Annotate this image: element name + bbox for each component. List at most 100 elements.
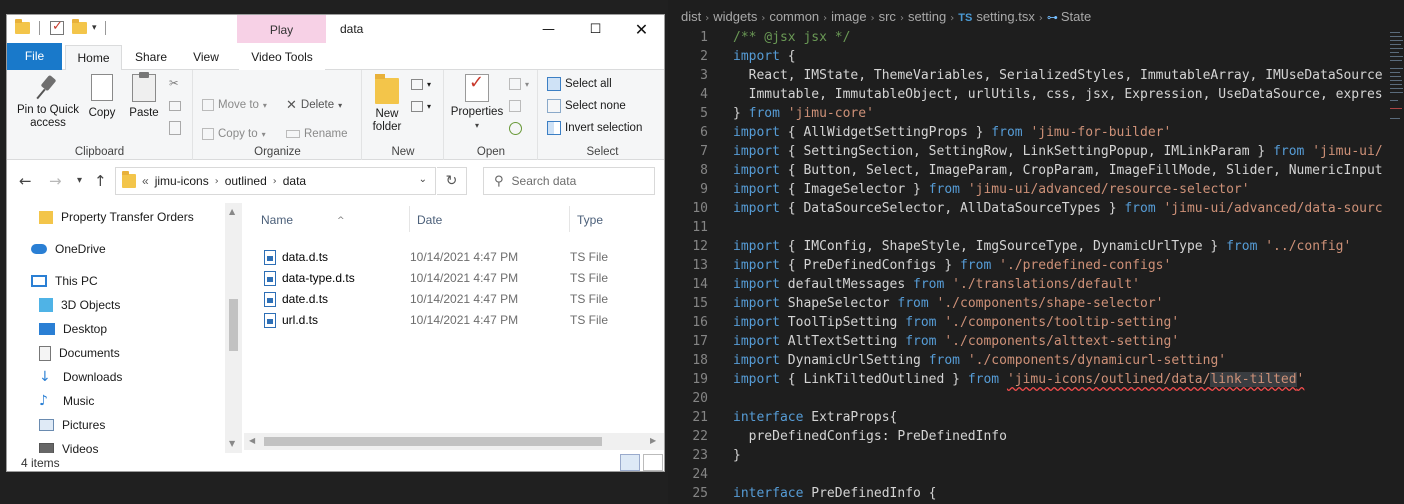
search-box[interactable]: ⚲ Search data [483,167,655,195]
breadcrumb-data[interactable]: data [283,174,306,188]
minimap[interactable] [1382,28,1404,504]
code-area[interactable]: 1/** @jsx jsx */2 import {3 React, IMStat… [668,28,1382,504]
chevron-right-icon[interactable]: › [215,176,219,187]
tab-share[interactable]: Share [125,45,177,70]
nav-item-onedrive[interactable]: OneDrive [31,238,106,260]
rename-button[interactable]: Rename [286,124,347,144]
delete-button[interactable]: ✕ Delete ▾ [286,95,342,115]
customize-toolbar-chevron-icon[interactable]: ▾ [92,23,97,33]
maximize-icon[interactable]: ☐ [573,15,618,43]
breadcrumb-segment[interactable]: dist [681,9,701,24]
scroll-right-arrow-icon[interactable]: ▶ [650,436,656,445]
address-history-chevron-icon[interactable]: ⌄ [419,174,427,185]
nav-item-desktop[interactable]: Desktop [39,318,107,340]
move-to-button[interactable]: Move to ▾ [202,95,267,115]
properties-button[interactable]: Properties ▾ [447,74,507,132]
recent-locations-chevron-icon[interactable]: ▾ [77,175,82,186]
code-line[interactable]: 6 import { AllWidgetSettingProps } from '… [668,123,1382,142]
copy-button[interactable]: Copy [87,74,117,120]
code-line[interactable]: 20 [668,389,1382,408]
column-header-type[interactable]: Type [570,206,650,234]
column-header-date[interactable]: Date [410,206,560,234]
code-line[interactable]: 16 import ToolTipSetting from './componen… [668,313,1382,332]
breadcrumb-outlined[interactable]: outlined [225,174,267,188]
edit-button[interactable] [509,96,521,116]
new-folder-qat-icon[interactable] [70,19,88,37]
nav-item-videos[interactable]: Videos [39,438,98,453]
code-line[interactable]: 12 import { IMConfig, ShapeStyle, ImgSour… [668,237,1382,256]
code-line[interactable]: 7 import { SettingSection, SettingRow, Li… [668,142,1382,161]
large-icons-view-icon[interactable] [643,454,663,471]
scroll-left-arrow-icon[interactable]: ◀ [249,436,255,445]
table-row[interactable]: data-type.d.ts 10/14/2021 4:47 PM TS File [264,268,664,288]
code-line[interactable]: 14 import defaultMessages from './transla… [668,275,1382,294]
easy-access-button[interactable]: ▾ [411,96,431,116]
code-line[interactable]: 8 import { Button, Select, ImageParam, Cr… [668,161,1382,180]
minimize-icon[interactable]: — [526,15,571,43]
code-line[interactable]: 9 import { ImageSelector } from 'jimu-ui/… [668,180,1382,199]
nav-item-3d-objects[interactable]: 3D Objects [39,294,120,316]
code-line[interactable]: 17 import AltTextSetting from './componen… [668,332,1382,351]
up-arrow-icon[interactable]: ↑ [94,172,107,190]
code-line[interactable]: 25 interface PreDefinedInfo { [668,484,1382,503]
breadcrumb-symbol[interactable]: State [1061,9,1091,24]
code-line[interactable]: 24 [668,465,1382,484]
nav-pane-scrollbar[interactable]: ▲ ▼ [225,203,242,453]
code-line[interactable]: 15 import ShapeSelector from './component… [668,294,1382,313]
code-line[interactable]: 10 import { DataSourceSelector, AllDataSo… [668,199,1382,218]
nav-item-property-transfer-orders[interactable]: Property Transfer Orders [39,206,194,228]
code-line[interactable]: 19 import { LinkTiltedOutlined } from 'ji… [668,370,1382,389]
tab-video-tools[interactable]: Video Tools [239,45,325,70]
address-overflow[interactable]: « [142,174,149,188]
scroll-up-arrow-icon[interactable]: ▲ [229,207,235,216]
code-line[interactable]: 22 preDefinedConfigs: PreDefinedInfo [668,427,1382,446]
select-none-button[interactable]: Select none [547,96,626,116]
code-line[interactable]: 23} [668,446,1382,465]
contextual-tab-play[interactable]: Play [237,15,326,43]
breadcrumb-segment[interactable]: image [831,9,866,24]
breadcrumb-jimu-icons[interactable]: jimu-icons [155,174,209,188]
address-bar[interactable]: « jimu-icons › outlined › data ⌄ [115,167,436,195]
scroll-down-arrow-icon[interactable]: ▼ [229,439,235,448]
chevron-right-icon[interactable]: › [273,176,277,187]
table-row[interactable]: url.d.ts 10/14/2021 4:47 PM TS File [264,310,664,330]
code-line[interactable]: 5} from 'jimu-core' [668,104,1382,123]
open-button[interactable]: ▾ [509,74,529,94]
scrollbar-thumb[interactable] [229,299,238,351]
code-line[interactable]: 2 import { [668,47,1382,66]
cut-button[interactable]: ✂ [169,74,185,94]
breadcrumb-file[interactable]: setting.tsx [976,9,1035,24]
refresh-icon[interactable]: ↻ [437,167,467,195]
nav-item-pictures[interactable]: Pictures [39,414,105,436]
file-list-horizontal-scrollbar[interactable]: ◀ ▶ [244,433,664,450]
new-folder-button[interactable]: New folder [369,74,405,134]
close-icon[interactable]: ✕ [619,15,664,43]
scrollbar-thumb[interactable] [264,437,602,446]
code-line[interactable]: 13 import { PreDefinedConfigs } from './p… [668,256,1382,275]
code-line[interactable]: 1 /** @jsx jsx */ [668,28,1382,47]
code-line[interactable]: 18 import DynamicUrlSetting from './compo… [668,351,1382,370]
code-line[interactable]: 4 Immutable, ImmutableObject, urlUtils, … [668,85,1382,104]
code-line[interactable]: 21 interface ExtraProps{ [668,408,1382,427]
invert-selection-button[interactable]: Invert selection [547,118,642,138]
breadcrumb-segment[interactable]: src [879,9,896,24]
tab-file[interactable]: File [7,43,62,70]
copy-to-button[interactable]: Copy to ▾ [202,124,266,144]
table-row[interactable]: date.d.ts 10/14/2021 4:47 PM TS File [264,289,664,309]
back-arrow-icon[interactable]: ← [19,172,32,190]
column-header-name[interactable]: Name ^ [254,206,404,234]
nav-item-documents[interactable]: Documents [39,342,120,364]
properties-qat-icon[interactable] [48,19,66,37]
tab-view[interactable]: View [180,45,232,70]
breadcrumb-segment[interactable]: common [769,9,819,24]
code-line[interactable]: 3 React, IMState, ThemeVariables, Serial… [668,66,1382,85]
nav-item-this-pc[interactable]: This PC [31,270,98,292]
table-row[interactable]: data.d.ts 10/14/2021 4:47 PM TS File [264,247,664,267]
history-button[interactable] [509,118,522,138]
nav-item-music[interactable]: ♪ Music [39,390,94,412]
select-all-button[interactable]: Select all [547,74,612,94]
paste-button[interactable]: Paste [127,72,161,120]
tab-home[interactable]: Home [65,45,122,71]
copy-path-button[interactable] [169,96,181,116]
paste-shortcut-button[interactable] [169,118,181,138]
